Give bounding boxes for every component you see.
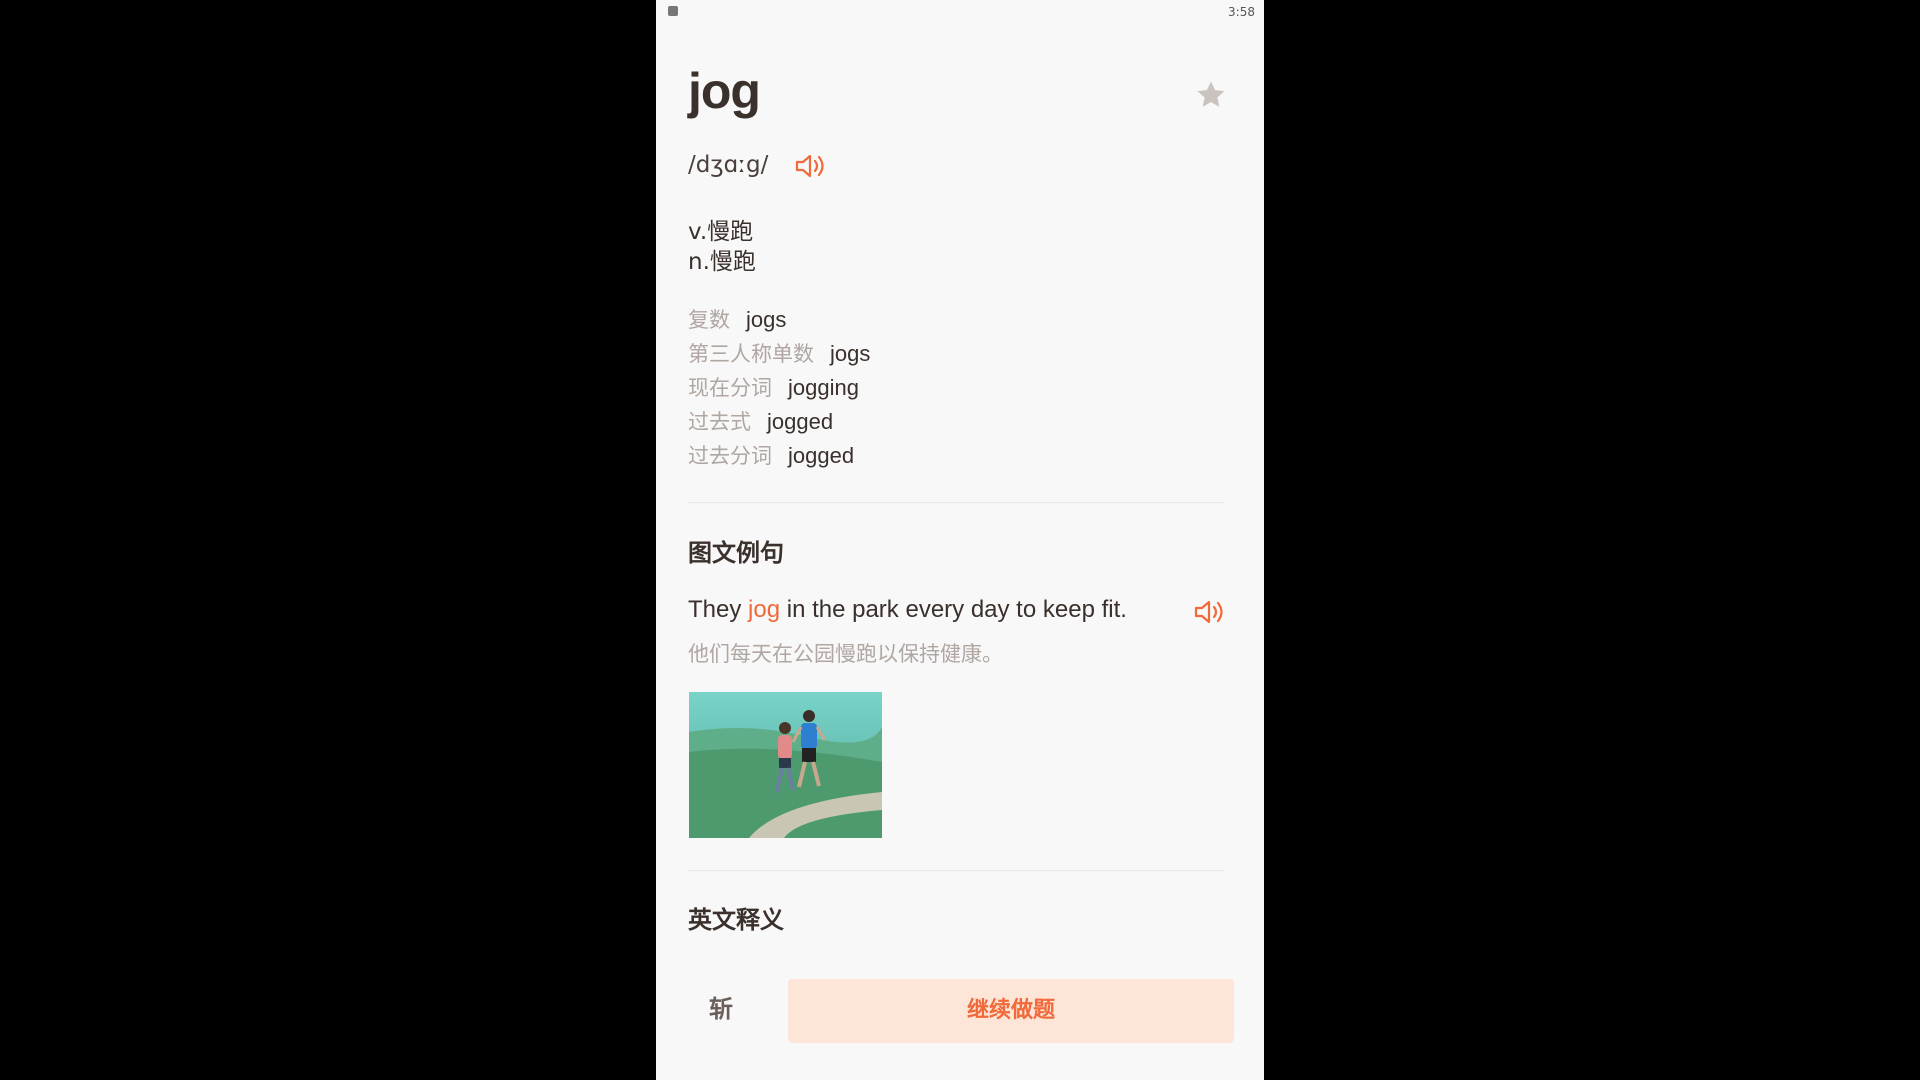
definition-noun: n.慢跑 — [688, 249, 756, 275]
kill-word-button[interactable]: 斩 — [696, 984, 746, 1034]
example-image[interactable] — [689, 692, 882, 838]
speaker-icon[interactable] — [794, 152, 828, 180]
status-time: 3:58 — [1228, 5, 1255, 19]
continue-button[interactable]: 继续做题 — [788, 979, 1234, 1043]
sentence-highlight: jog — [748, 596, 781, 623]
divider — [688, 502, 1224, 503]
star-icon[interactable] — [1194, 78, 1228, 112]
example-translation: 他们每天在公园慢跑以保持健康。 — [688, 642, 1003, 666]
sentence-before: They — [688, 596, 749, 623]
headword: jog — [688, 63, 761, 119]
english-definition-title[interactable]: 英文释义 — [688, 900, 784, 935]
form-label: 过去分词 — [688, 444, 772, 468]
form-value: jogged — [767, 409, 834, 434]
form-label: 第三人称单数 — [688, 342, 814, 366]
definition-verb: v.慢跑 — [688, 219, 754, 245]
sentence-speaker-icon[interactable] — [1193, 598, 1227, 626]
form-row-plural: 复数 jogs — [688, 303, 870, 337]
examples-section-title[interactable]: 图文例句 — [688, 533, 784, 568]
notification-icon — [668, 6, 678, 16]
app-screen: 3:58 jog /dʒɑːg/ v.慢跑 n.慢跑 复数 jogs 第三人称单数… — [656, 0, 1264, 1080]
bottom-bar: 斩 继续做题 — [656, 972, 1264, 1048]
form-row-past-tense: 过去式 jogged — [688, 405, 870, 439]
form-row-third-person: 第三人称单数 jogs — [688, 337, 870, 371]
definitions: v.慢跑 n.慢跑 — [688, 217, 756, 277]
phonetic: /dʒɑːg/ — [688, 152, 769, 178]
sentence-after: in the park every day to keep fit. — [780, 596, 1127, 623]
status-bar: 3:58 — [656, 0, 1264, 26]
form-value: jogs — [830, 341, 871, 366]
form-row-present-participle: 现在分词 jogging — [688, 371, 870, 405]
form-row-past-participle: 过去分词 jogged — [688, 439, 870, 473]
form-label: 过去式 — [688, 410, 751, 434]
form-value: jogging — [788, 375, 859, 400]
form-value: jogged — [788, 443, 855, 468]
example-sentence: They jog in the park every day to keep f… — [688, 596, 1127, 624]
word-forms: 复数 jogs 第三人称单数 jogs 现在分词 jogging 过去式 jogged … — [688, 303, 870, 473]
form-value: jogs — [746, 307, 787, 332]
form-label: 现在分词 — [688, 376, 772, 400]
divider — [688, 870, 1224, 871]
form-label: 复数 — [688, 308, 730, 332]
